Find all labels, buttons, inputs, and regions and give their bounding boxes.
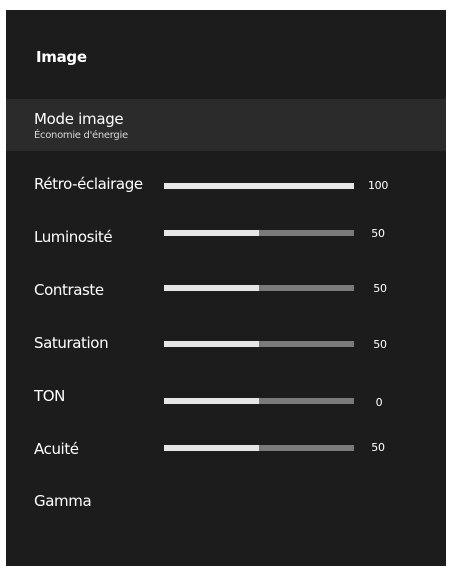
brightness-setting[interactable]: Luminosité 50 <box>6 225 446 255</box>
setting-label: Luminosité <box>34 228 113 246</box>
tone-setting[interactable]: TON 0 <box>6 384 446 414</box>
gamma-setting[interactable]: Gamma <box>6 490 446 520</box>
saturation-setting[interactable]: Saturation 50 <box>6 331 446 361</box>
picture-mode-value: Économie d'énergie <box>34 130 128 141</box>
setting-value: 50 <box>371 227 385 240</box>
slider-fill <box>164 230 259 236</box>
setting-label: Contraste <box>34 281 104 299</box>
sharpness-setting[interactable]: Acuité 50 <box>6 437 446 467</box>
sharpness-slider[interactable] <box>164 445 354 451</box>
panel-title: Image <box>36 48 87 66</box>
setting-value: 50 <box>373 338 387 351</box>
slider-fill <box>164 183 354 189</box>
setting-label: Gamma <box>34 492 92 510</box>
tone-slider[interactable] <box>164 398 354 404</box>
setting-value: 0 <box>375 396 383 409</box>
contrast-setting[interactable]: Contraste 50 <box>6 278 446 308</box>
setting-label: TON <box>34 387 65 405</box>
setting-label: Acuité <box>34 440 79 458</box>
setting-label: Rétro-éclairage <box>34 175 143 193</box>
picture-mode-item[interactable]: Mode image Économie d'énergie <box>6 99 446 151</box>
setting-label: Saturation <box>34 334 109 352</box>
setting-value: 100 <box>367 179 389 192</box>
picture-mode-label: Mode image <box>34 110 124 128</box>
slider-fill <box>164 398 259 404</box>
contrast-slider[interactable] <box>164 285 354 291</box>
backlight-setting[interactable]: Rétro-éclairage 100 <box>6 172 446 202</box>
slider-fill <box>164 445 259 451</box>
backlight-slider[interactable] <box>164 183 354 189</box>
picture-settings-panel: Image Mode image Économie d'énergie Rétr… <box>6 10 446 566</box>
slider-fill <box>164 285 259 291</box>
slider-fill <box>164 341 259 347</box>
setting-value: 50 <box>371 441 385 454</box>
setting-value: 50 <box>373 282 387 295</box>
saturation-slider[interactable] <box>164 341 354 347</box>
brightness-slider[interactable] <box>164 230 354 236</box>
